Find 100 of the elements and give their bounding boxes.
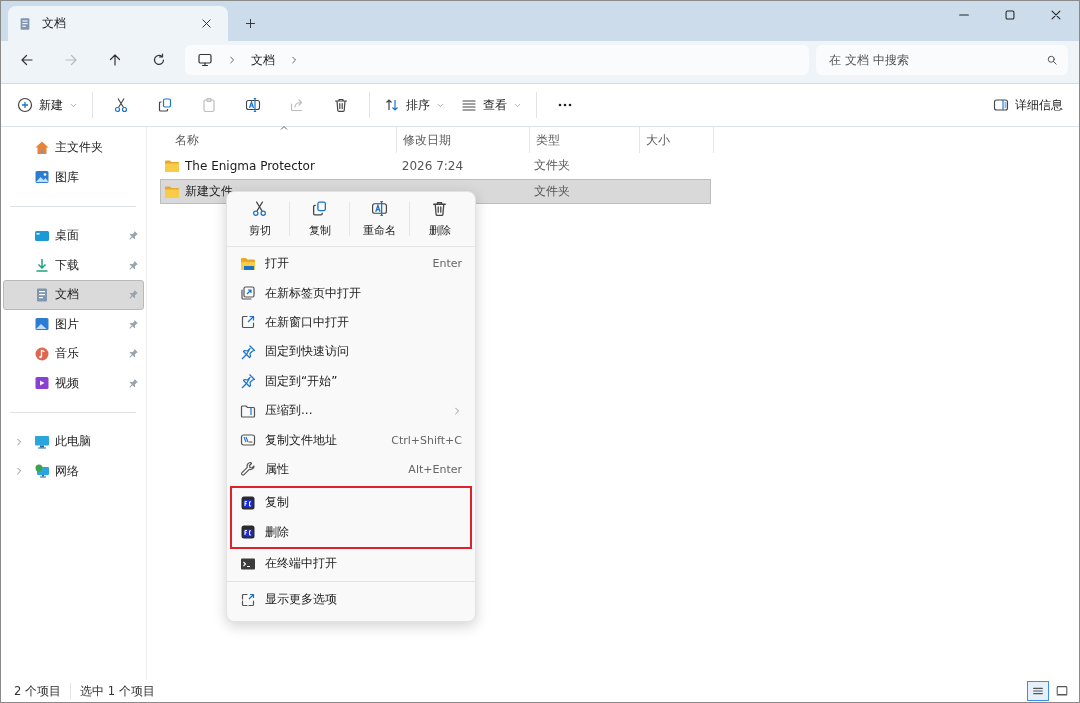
menu-item[interactable]: 压缩到... <box>230 395 472 426</box>
sidebar-item[interactable]: 下载 <box>3 250 144 280</box>
back-arrow-icon <box>19 52 35 68</box>
menu-item[interactable]: 复制文件地址 Ctrl+Shift+C <box>230 425 472 455</box>
download-icon <box>34 257 50 274</box>
column-header[interactable]: 修改日期 <box>397 127 530 153</box>
tab[interactable]: 文档 <box>8 6 228 41</box>
chevron-right-icon <box>452 405 462 416</box>
column-header[interactable]: 类型 <box>530 127 640 153</box>
context-action-button[interactable]: 复制 <box>290 194 349 244</box>
trash-icon <box>431 200 448 217</box>
search-icon <box>1046 54 1058 66</box>
column-header[interactable]: 名称 <box>160 127 397 153</box>
scissors-icon <box>251 200 268 217</box>
trash-icon <box>333 97 349 113</box>
pin-icon <box>128 289 139 301</box>
item-count: 2 个项目 <box>14 683 61 699</box>
details-pane-icon <box>993 97 1009 113</box>
sidebar-item[interactable]: 网络 <box>3 456 144 486</box>
menu-item[interactable]: 在终端中打开 <box>230 548 472 579</box>
menu-item[interactable]: 固定到快速访问 <box>230 337 472 367</box>
maximize-icon <box>1003 8 1017 22</box>
pin-icon <box>240 373 256 390</box>
shortcut-text: Ctrl+Shift+C <box>391 433 462 447</box>
chevron-right-icon <box>14 466 24 477</box>
menu-item[interactable]: 打开 Enter <box>230 249 472 279</box>
new-tab-icon <box>240 285 256 302</box>
shortcut-text: Alt+Enter <box>408 462 462 476</box>
app-icon <box>240 494 256 511</box>
details-view-button[interactable] <box>1027 681 1049 701</box>
new-button[interactable]: 新建 <box>9 89 86 121</box>
selection-count: 选中 1 个项目 <box>80 683 155 699</box>
chevron-right-icon <box>227 55 237 65</box>
search-field[interactable]: 在 文档 中搜索 <box>816 45 1068 75</box>
sidebar-item[interactable]: 主文件夹 <box>3 133 144 163</box>
open-folder-icon <box>240 255 256 272</box>
network-icon <box>34 463 50 480</box>
sidebar-item[interactable]: 图片 <box>3 309 144 339</box>
file-name: 新建文件 <box>185 183 233 200</box>
menu-item[interactable]: 在新标签页中打开 <box>230 278 472 308</box>
clipboard-icon <box>201 97 217 113</box>
sidebar-item[interactable]: 文档 <box>3 280 144 310</box>
picture-icon <box>34 169 50 186</box>
pin-icon <box>128 230 139 242</box>
list-icon <box>461 97 477 113</box>
sidebar-item[interactable]: 音乐 <box>3 339 144 369</box>
video-icon <box>34 375 50 392</box>
forward-arrow-icon <box>63 52 79 68</box>
file-type: 文件夹 <box>533 183 570 200</box>
menu-item[interactable]: 在新窗口中打开 <box>230 307 472 338</box>
house-icon <box>34 139 50 156</box>
document-icon <box>18 15 32 32</box>
pin-icon <box>128 377 139 389</box>
view-button[interactable]: 查看 <box>453 89 530 121</box>
new-window-icon <box>240 314 256 331</box>
document-icon <box>34 286 50 303</box>
close-icon <box>1049 8 1063 22</box>
close-icon <box>199 17 213 30</box>
address-bar[interactable]: 文档 <box>185 45 809 75</box>
sidebar-item[interactable]: 视频 <box>3 368 144 398</box>
rename-icon <box>371 200 388 217</box>
monitor-icon <box>197 52 213 68</box>
refresh-icon <box>151 52 167 68</box>
copy-path-icon <box>240 432 256 449</box>
pin-icon <box>240 343 256 360</box>
copy-icon <box>157 97 173 113</box>
menu-item[interactable]: 删除 <box>232 517 470 547</box>
file-type: 文件夹 <box>533 157 570 174</box>
menu-item[interactable]: 属性 Alt+Enter <box>230 454 472 485</box>
file-row[interactable]: The Enigma Protector 2026 7:24 文件夹 <box>160 153 711 178</box>
menu-item[interactable]: 复制 <box>232 488 470 518</box>
context-action-button[interactable]: 删除 <box>410 194 469 244</box>
breadcrumb-item[interactable]: 文档 <box>251 51 275 69</box>
music-note-icon <box>34 345 50 362</box>
wrench-icon <box>240 461 256 478</box>
tab-title: 文档 <box>42 15 67 32</box>
sort-icon <box>384 97 400 113</box>
sidebar-item[interactable]: 图库 <box>3 162 144 192</box>
monitor-icon <box>34 433 50 450</box>
file-name: The Enigma Protector <box>185 158 315 173</box>
share-icon <box>289 97 305 113</box>
zip-folder-icon <box>240 402 256 419</box>
pin-icon <box>128 318 139 330</box>
context-action-button[interactable]: 剪切 <box>230 194 289 244</box>
sidebar-item[interactable]: 桌面 <box>3 221 144 251</box>
chevron-right-icon <box>289 55 299 65</box>
up-arrow-icon <box>107 52 123 68</box>
column-header[interactable]: 大小 <box>640 127 714 153</box>
pin-icon <box>128 348 139 360</box>
picture-icon <box>34 316 50 333</box>
rename-icon <box>245 97 261 113</box>
chevron-right-icon <box>14 436 24 447</box>
sort-button[interactable]: 排序 <box>376 89 453 121</box>
menu-item[interactable]: 固定到“开始” <box>230 366 472 396</box>
plus-icon <box>243 16 257 30</box>
sidebar-item[interactable]: 此电脑 <box>3 427 144 457</box>
context-action-button[interactable]: 重命名 <box>350 194 409 244</box>
menu-item[interactable]: 显示更多选项 <box>230 585 472 615</box>
details-button[interactable]: 详细信息 <box>985 89 1071 121</box>
shortcut-text: Enter <box>432 257 462 271</box>
